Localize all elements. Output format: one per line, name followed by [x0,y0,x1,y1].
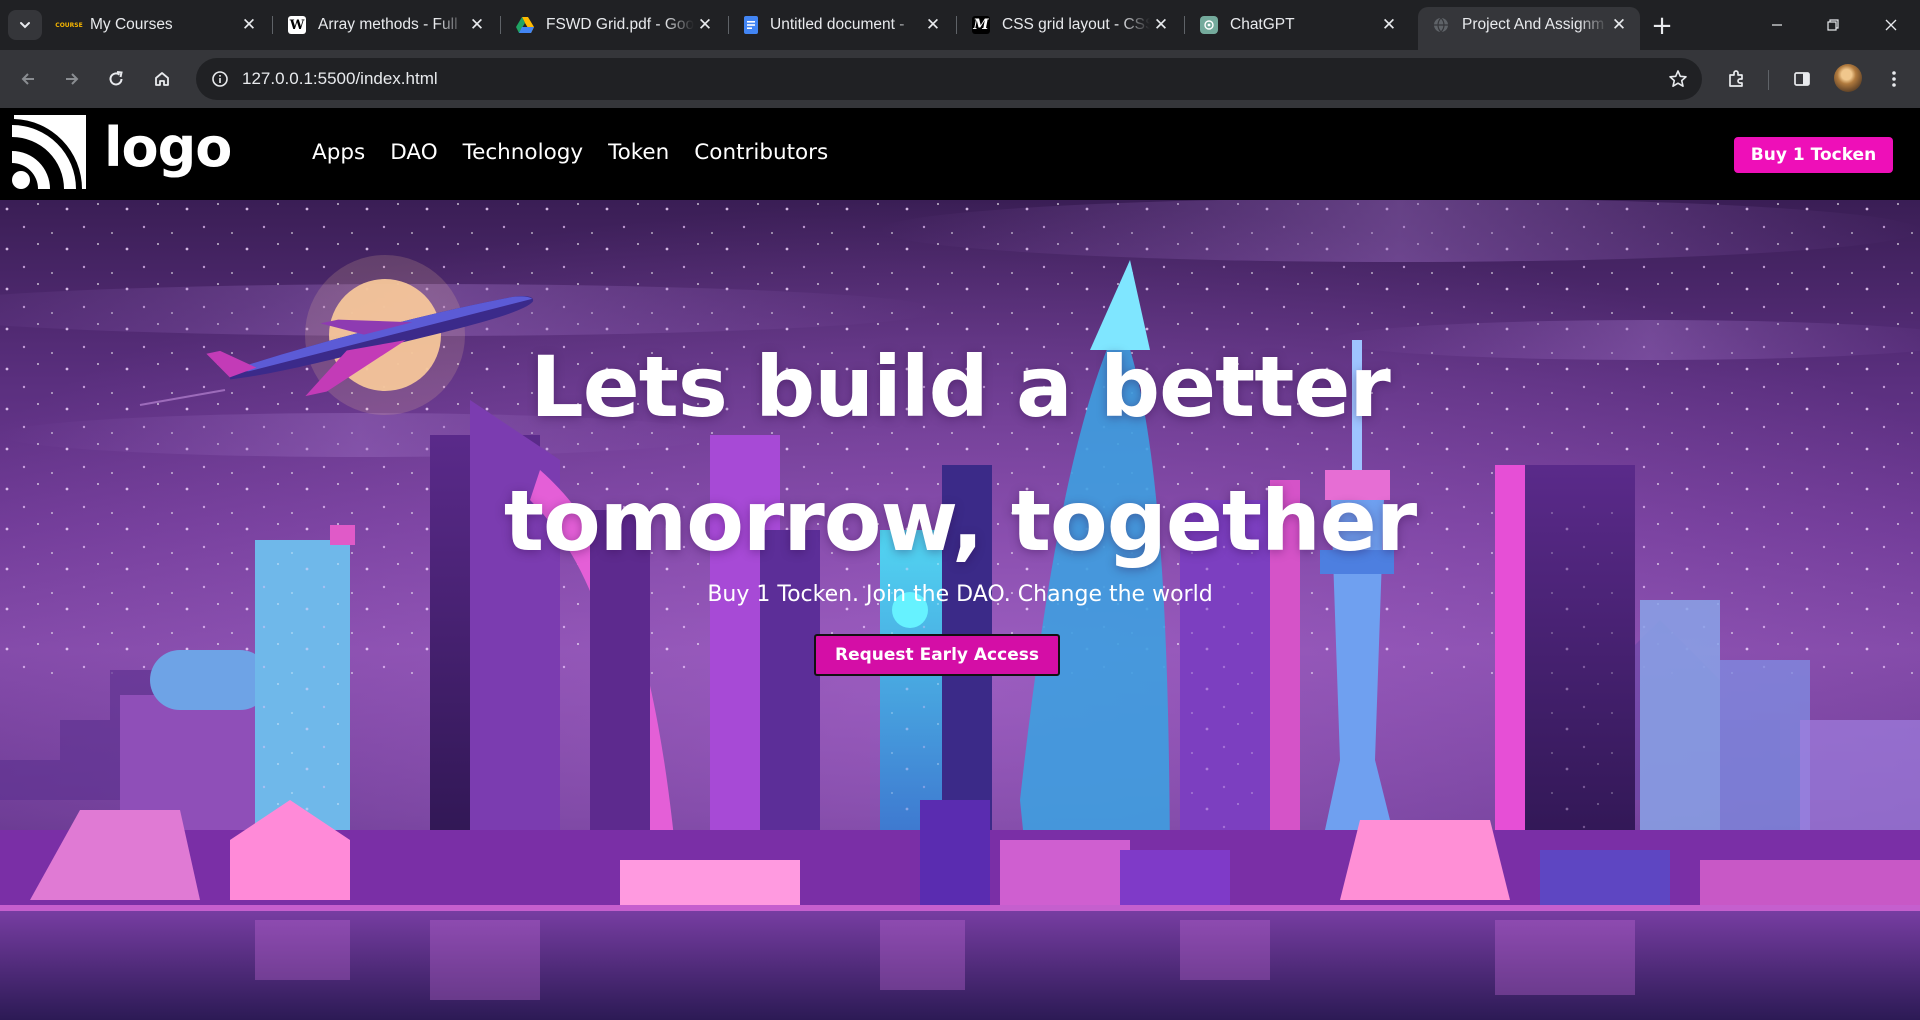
tab-title: CSS grid layout - CSS [1002,16,1150,33]
tab-title: Array methods - Full [318,16,458,33]
restore-icon [1827,19,1839,31]
reload-icon [109,71,123,86]
new-tab-button[interactable]: + [1648,11,1676,41]
tab-separator [728,16,729,34]
site-info-button[interactable] [206,65,234,93]
close-icon[interactable]: ✕ [694,14,716,36]
home-button[interactable] [146,63,178,95]
chatgpt-icon [1200,16,1218,34]
browser-toolbar: 127.0.0.1:5500/index.html [0,50,1920,108]
hero-title: Lets build a better tomorrow, together [0,320,1920,588]
nav-link-technology[interactable]: Technology [463,140,583,165]
logo-text[interactable]: logo [104,116,232,179]
google-docs-icon [744,16,758,34]
hero-title-line-2: tomorrow, together [503,472,1417,570]
request-early-access-button[interactable]: Request Early Access [814,634,1060,676]
nav-link-apps[interactable]: Apps [312,140,365,165]
tab-untitled-document[interactable]: Untitled document - ✕ [728,7,954,43]
tab-my-courses[interactable]: COURSE My Courses ✕ [46,7,270,43]
tab-title: Project And Assignm [1462,16,1605,33]
tab-search-button[interactable] [8,10,42,40]
chevron-down-icon [20,22,30,29]
globe-icon [1432,16,1450,34]
mdn-icon: M [972,16,990,34]
restore-button[interactable] [1808,8,1858,42]
close-window-icon [1885,19,1897,31]
minimize-button[interactable] [1752,8,1802,42]
address-bar[interactable]: 127.0.0.1:5500/index.html [196,58,1702,100]
page-viewport: logo Apps DAO Technology Token Contribut… [0,108,1920,1020]
close-icon[interactable]: ✕ [1378,14,1400,36]
nav-link-token[interactable]: Token [608,140,669,165]
star-icon [1669,70,1687,87]
browser-menu-button[interactable] [1878,63,1910,95]
bookmark-button[interactable] [1666,67,1690,91]
close-window-button[interactable] [1866,8,1916,42]
close-icon[interactable]: ✕ [1608,14,1630,36]
side-panel-button[interactable] [1786,63,1818,95]
course-favicon-icon: COURSE [55,16,83,34]
hero-section: Lets build a better tomorrow, together B… [0,200,1920,1020]
nav-link-dao[interactable]: DAO [390,140,437,165]
plus-icon: + [1651,11,1673,41]
main-nav: Apps DAO Technology Token Contributors [312,140,853,165]
forward-button[interactable] [56,63,88,95]
extensions-button[interactable] [1720,63,1752,95]
tab-chatgpt[interactable]: ChatGPT ✕ [1184,7,1410,43]
close-icon[interactable]: ✕ [238,14,260,36]
home-icon [155,72,169,86]
minimize-icon [1772,24,1782,26]
nav-link-contributors[interactable]: Contributors [694,140,828,165]
puzzle-icon [1729,70,1743,87]
logo-rss-icon[interactable] [12,115,86,189]
tab-title: ChatGPT [1230,16,1295,33]
hero-title-line-1: Lets build a better [530,338,1391,436]
tab-separator [1184,16,1185,34]
tab-separator [272,16,273,34]
tab-title: My Courses [90,16,173,33]
tab-project-and-assignment[interactable]: Project And Assignm ✕ [1418,7,1640,50]
reload-button[interactable] [100,63,132,95]
hero-subtitle: Buy 1 Tocken. Join the DAO. Change the w… [707,582,1213,607]
tab-array-methods[interactable]: W Array methods - Full ✕ [272,7,498,43]
toolbar-divider [1768,70,1769,90]
tab-title: Untitled document - [770,16,905,33]
info-icon [212,71,228,87]
more-vertical-icon [1892,71,1896,87]
back-button[interactable] [12,63,44,95]
tab-title: FSWD Grid.pdf - Goo [546,16,694,33]
tab-separator [956,16,957,34]
side-panel-icon [1794,72,1810,86]
browser-tab-strip: COURSE My Courses ✕ W Array methods - Fu… [0,0,1920,50]
tab-fswd-grid-pdf[interactable]: FSWD Grid.pdf - Goo ✕ [500,7,726,43]
arrow-left-icon [21,73,34,85]
wikipedia-icon: W [288,16,306,34]
close-icon[interactable]: ✕ [922,14,944,36]
close-icon[interactable]: ✕ [1150,14,1172,36]
buy-token-button[interactable]: Buy 1 Tocken [1734,137,1893,173]
tab-css-grid-layout[interactable]: M CSS grid layout - CSS ✕ [956,7,1182,43]
url-text[interactable]: 127.0.0.1:5500/index.html [242,69,438,89]
tab-separator [500,16,501,34]
site-header: logo Apps DAO Technology Token Contribut… [0,108,1920,200]
profile-avatar[interactable] [1834,64,1862,92]
close-icon[interactable]: ✕ [466,14,488,36]
google-drive-icon [516,16,534,34]
arrow-right-icon [66,73,79,85]
